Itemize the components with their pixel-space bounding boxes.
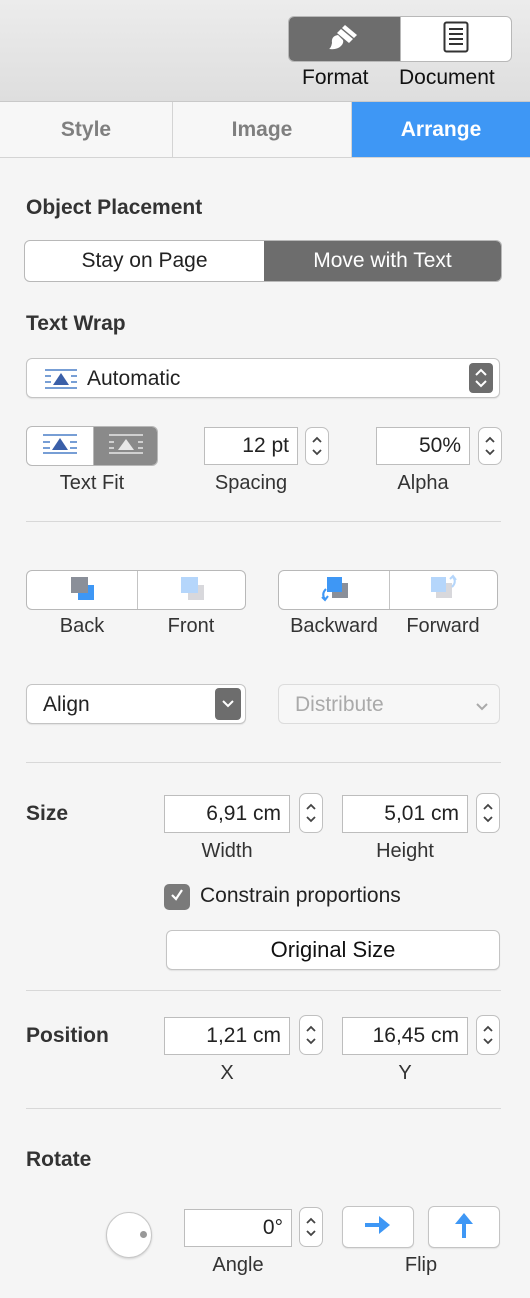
- x-stepper[interactable]: [299, 1015, 323, 1055]
- format-button[interactable]: [289, 17, 400, 61]
- backward-button[interactable]: [279, 571, 389, 609]
- width-field[interactable]: 6,91 cm: [164, 795, 290, 833]
- width-stepper[interactable]: [299, 793, 323, 833]
- align-popup[interactable]: Align: [26, 684, 246, 724]
- tab-style[interactable]: Style: [0, 102, 172, 157]
- flip-horizontal-button[interactable]: [342, 1206, 414, 1248]
- popup-arrows-icon: [469, 363, 493, 393]
- backward-label: Backward: [290, 615, 378, 637]
- text-fit-box-button[interactable]: [93, 427, 157, 465]
- back-button[interactable]: [27, 571, 137, 609]
- spacing-label: Spacing: [214, 472, 288, 494]
- text-fit-box-icon: [108, 433, 143, 460]
- text-wrap-value: Automatic: [87, 367, 181, 390]
- rotate-knob[interactable]: [106, 1212, 152, 1258]
- text-wrap-popup[interactable]: Automatic: [26, 358, 500, 398]
- flip-vertical-button[interactable]: [428, 1206, 500, 1248]
- document-label: Document: [399, 66, 495, 89]
- width-label: Width: [201, 840, 253, 862]
- format-label: Format: [302, 66, 369, 89]
- paintbrush-icon: [327, 22, 361, 57]
- text-fit-tight-button[interactable]: [27, 427, 93, 465]
- position-heading: Position: [26, 1024, 109, 1047]
- angle-field[interactable]: 0°: [184, 1209, 292, 1247]
- divider: [26, 521, 501, 522]
- bring-to-front-icon: [176, 574, 208, 607]
- text-fit-tight-icon: [43, 433, 77, 460]
- document-button[interactable]: [399, 17, 512, 61]
- rotate-heading: Rotate: [26, 1148, 92, 1171]
- flip-label: Flip: [404, 1254, 438, 1276]
- text-fit-label: Text Fit: [59, 472, 125, 494]
- forward-label: Forward: [406, 615, 480, 637]
- chevron-down-icon: [215, 688, 241, 720]
- front-button[interactable]: [137, 571, 245, 609]
- height-field[interactable]: 5,01 cm: [342, 795, 468, 833]
- constrain-proportions-checkbox[interactable]: [164, 884, 190, 910]
- checkmark-icon: [169, 887, 185, 908]
- x-field[interactable]: 1,21 cm: [164, 1017, 290, 1055]
- spacing-field[interactable]: 12 pt: [204, 427, 298, 465]
- spacing-stepper[interactable]: [305, 427, 329, 465]
- document-icon: [443, 21, 469, 58]
- align-label: Align: [43, 693, 90, 716]
- stay-on-page-button[interactable]: Stay on Page: [25, 241, 264, 281]
- knob-indicator-icon: [140, 1231, 147, 1238]
- distribute-popup[interactable]: Distribute: [278, 684, 500, 724]
- back-front-control: [26, 570, 246, 610]
- divider: [26, 762, 501, 763]
- original-size-button[interactable]: Original Size: [166, 930, 500, 970]
- y-label: Y: [398, 1062, 412, 1084]
- move-with-text-button[interactable]: Move with Text: [264, 241, 501, 281]
- x-label: X: [220, 1062, 234, 1084]
- bring-forward-icon: [426, 573, 462, 607]
- y-stepper[interactable]: [476, 1015, 500, 1055]
- chevron-down-icon: [475, 699, 489, 717]
- front-label: Front: [167, 615, 215, 637]
- forward-button[interactable]: [389, 571, 497, 609]
- size-heading: Size: [26, 802, 69, 825]
- alpha-stepper[interactable]: [478, 427, 502, 465]
- arrow-up-icon: [452, 1210, 476, 1245]
- alpha-label: Alpha: [397, 472, 449, 494]
- send-to-back-icon: [66, 574, 98, 607]
- backward-forward-control: [278, 570, 498, 610]
- text-fit-control: [26, 426, 158, 466]
- height-label: Height: [376, 840, 434, 862]
- tab-bar: Style Image Arrange: [0, 102, 530, 158]
- inspector-mode-switch: [288, 16, 512, 62]
- back-label: Back: [59, 615, 105, 637]
- constrain-proportions-label: Constrain proportions: [200, 884, 401, 907]
- text-wrap-heading: Text Wrap: [26, 312, 126, 335]
- send-backward-icon: [316, 574, 352, 607]
- angle-stepper[interactable]: [299, 1207, 323, 1247]
- object-placement-control: Stay on Page Move with Text: [24, 240, 502, 282]
- distribute-label: Distribute: [295, 693, 384, 716]
- wrap-automatic-icon: [45, 368, 77, 395]
- object-placement-heading: Object Placement: [26, 196, 203, 219]
- divider: [26, 990, 501, 991]
- y-field[interactable]: 16,45 cm: [342, 1017, 468, 1055]
- tab-image[interactable]: Image: [172, 102, 351, 157]
- alpha-field[interactable]: 50%: [376, 427, 470, 465]
- tab-arrange[interactable]: Arrange: [351, 102, 530, 157]
- arrow-right-icon: [363, 1213, 393, 1242]
- height-stepper[interactable]: [476, 793, 500, 833]
- angle-label: Angle: [212, 1254, 264, 1276]
- divider: [26, 1108, 501, 1109]
